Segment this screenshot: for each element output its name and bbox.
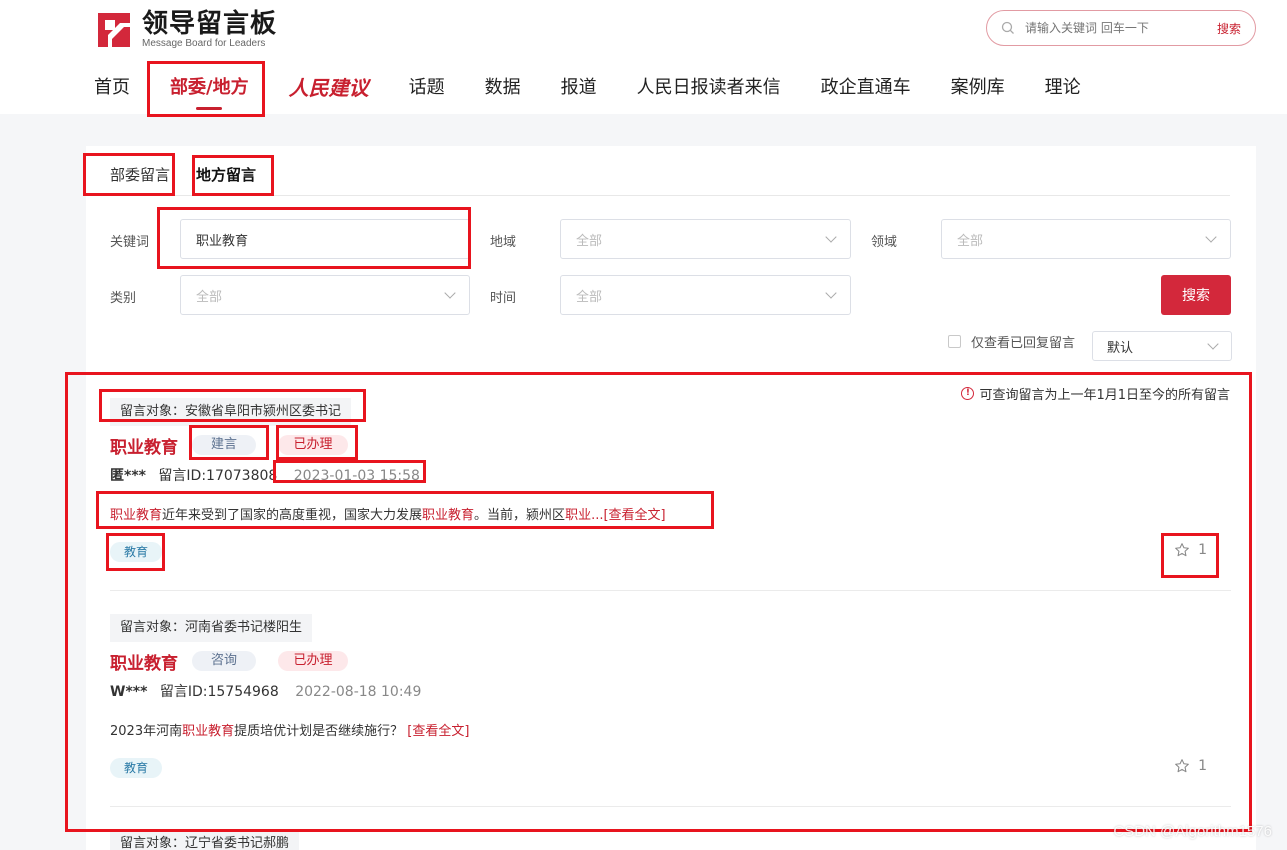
message-status-badge: 已办理 (278, 435, 348, 455)
region-select[interactable]: 全部 (560, 219, 851, 259)
message-id: 留言ID:15754968 (159, 684, 279, 700)
field-select[interactable]: 全部 (941, 219, 1231, 259)
category-label: 类别 (110, 291, 137, 306)
message-topic-tag[interactable]: 教育 (110, 542, 163, 562)
nav-case-library[interactable]: 案例库 (951, 60, 1005, 116)
message-time: 2022-08-18 10:49 (295, 684, 422, 700)
watermark: CSDN @Algorithm1576 (1113, 823, 1272, 840)
nav-data[interactable]: 数据 (485, 60, 521, 116)
chevron-down-icon (1205, 231, 1217, 243)
time-select[interactable]: 全部 (560, 275, 851, 315)
field-label: 领域 (871, 235, 898, 250)
tab-local-messages[interactable]: 地方留言 (196, 160, 257, 196)
message-title[interactable]: 职业教育 (110, 433, 178, 458)
nav-theory[interactable]: 理论 (1045, 60, 1081, 116)
nav-reports[interactable]: 报道 (561, 60, 597, 116)
tab-divider (110, 195, 1230, 196)
message-divider (110, 590, 1231, 591)
message-target: 留言对象：河南省委书记楼阳生 (110, 614, 313, 642)
message-item: 留言对象：河南省委书记楼阳生 职业教育 咨询 已办理 W*** 留言ID:157… (110, 614, 1231, 782)
nav-home[interactable]: 首页 (94, 60, 130, 116)
logo-mark-icon (94, 11, 134, 49)
content-text: 近年来受到了国家的高度重视，国家大力发展 (162, 508, 423, 523)
time-label: 时间 (490, 291, 517, 306)
keyword-highlight: 职业 (565, 508, 592, 523)
global-search-input[interactable] (1025, 21, 1217, 35)
category-select[interactable]: 全部 (180, 275, 470, 315)
chevron-down-icon (825, 287, 837, 299)
nav-people-suggestion[interactable]: 人民建议 (289, 60, 369, 116)
region-label: 地域 (490, 235, 517, 250)
main-nav: 首页 部委/地方 人民建议 话题 数据 报道 人民日报读者来信 政企直通车 案例… (94, 60, 1121, 114)
logo-title: 领导留言板 (142, 9, 278, 39)
view-full-link[interactable]: [查看全文] (603, 508, 665, 523)
filter-search-button[interactable]: 搜索 (1161, 275, 1231, 315)
message-topic-tag[interactable]: 教育 (110, 758, 163, 778)
message-content: 2023年河南职业教育提质培优计划是否继续施行？ [查看全文] (110, 722, 1231, 742)
logo-subtitle: Message Board for Leaders (142, 38, 266, 49)
content-text: 提质培优计划是否继续施行？ (234, 724, 404, 739)
field-value: 全部 (957, 233, 984, 249)
time-value: 全部 (576, 289, 603, 305)
message-item: 留言对象：辽宁省委书记郝鹏 (110, 830, 1231, 850)
star-icon (1175, 759, 1189, 773)
only-replied-checkbox[interactable] (948, 335, 961, 348)
like-count: 1 (1198, 758, 1207, 774)
only-replied-toggle[interactable]: 仅查看已回复留言 (948, 332, 1075, 351)
message-subtabs: 部委留言 地方留言 (110, 160, 282, 196)
only-replied-label: 仅查看已回复留言 (971, 336, 1076, 351)
global-search-button[interactable]: 搜索 (1217, 20, 1241, 37)
global-search-box: 搜索 (986, 10, 1256, 46)
nav-reader-letters[interactable]: 人民日报读者来信 (637, 60, 781, 116)
like-count: 1 (1198, 542, 1207, 558)
message-author: 匿*** (110, 468, 146, 484)
nav-topics[interactable]: 话题 (409, 60, 445, 116)
message-panel: 部委留言 地方留言 关键词 职业教育 地域 全部 领域 全部 类别 全部 时间 … (86, 146, 1256, 850)
message-type-badge: 咨询 (192, 651, 256, 671)
content-text: 2023年河南 (110, 724, 183, 739)
message-id: 留言ID:17073808 (158, 468, 278, 484)
message-target: 留言对象：安徽省阜阳市颍州区委书记 (110, 398, 352, 426)
message-target: 留言对象：辽宁省委书记郝鹏 (110, 830, 300, 850)
message-author: W*** (110, 684, 148, 700)
tab-ministry-messages[interactable]: 部委留言 (110, 160, 170, 196)
category-value: 全部 (196, 289, 223, 305)
site-header: 领导留言板 Message Board for Leaders 搜索 首页 部委… (0, 0, 1287, 114)
content-ellipsis: ... (591, 508, 604, 523)
message-content: 职业教育近年来受到了国家的高度重视，国家大力发展职业教育。当前，颍州区职业...… (110, 506, 1231, 526)
keyword-highlight: 职业教育 (182, 724, 235, 739)
like-button[interactable]: 1 (1174, 758, 1207, 774)
message-title[interactable]: 职业教育 (110, 649, 178, 674)
keyword-value: 职业教育 (196, 233, 249, 249)
message-time: 2023-01-03 15:58 (293, 468, 420, 484)
chevron-down-icon (444, 287, 456, 299)
star-icon (1175, 543, 1189, 557)
site-logo[interactable]: 领导留言板 Message Board for Leaders (94, 10, 277, 50)
view-full-link[interactable]: [查看全文] (407, 724, 469, 739)
keyword-label: 关键词 (110, 235, 150, 250)
keyword-input[interactable]: 职业教育 (180, 219, 470, 259)
search-icon (1001, 21, 1014, 34)
message-status-badge: 已办理 (278, 651, 348, 671)
chevron-down-icon (825, 231, 837, 243)
nav-business-direct[interactable]: 政企直通车 (821, 60, 911, 116)
region-value: 全部 (576, 233, 603, 249)
message-item: 留言对象：安徽省阜阳市颍州区委书记 职业教育 建言 已办理 匿*** 留言ID:… (110, 398, 1231, 566)
sort-select[interactable]: 默认 (1092, 331, 1232, 361)
keyword-highlight: 职业教育 (422, 508, 475, 523)
like-button[interactable]: 1 (1174, 542, 1207, 558)
nav-ministry-local[interactable]: 部委/地方 (170, 60, 249, 116)
message-divider (110, 806, 1231, 807)
keyword-highlight: 职业教育 (110, 508, 163, 523)
content-text: 。当前，颍州区 (474, 508, 566, 523)
sort-value: 默认 (1107, 340, 1134, 356)
chevron-down-icon (1207, 338, 1219, 350)
message-type-badge: 建言 (192, 435, 256, 455)
